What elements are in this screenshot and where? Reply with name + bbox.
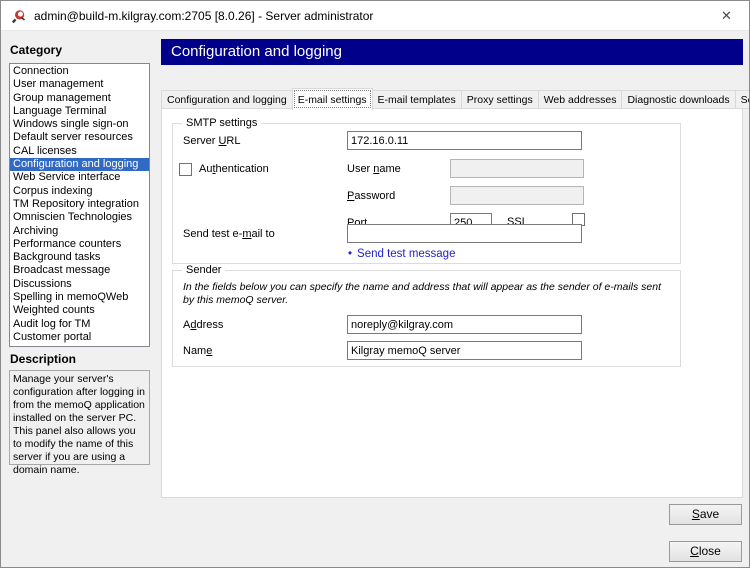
settings-tabstrip: Configuration and loggingE-mail settings…	[161, 88, 750, 109]
send-test-message-link[interactable]: • Send test message	[348, 248, 455, 260]
save-button[interactable]: Save	[669, 504, 742, 525]
link-bullet-icon: •	[348, 248, 352, 260]
tab-security[interactable]: Security	[735, 90, 750, 109]
category-list: ConnectionUser managementGroup managemen…	[9, 63, 150, 347]
tab-proxy-settings[interactable]: Proxy settings	[461, 90, 539, 109]
smtp-settings-group-title: SMTP settings	[182, 117, 261, 129]
authentication-checkbox[interactable]	[179, 163, 192, 176]
window-close-button[interactable]: ✕	[704, 1, 749, 31]
name-label: Name	[183, 345, 212, 357]
password-label: Password	[347, 190, 395, 202]
server-url-label: Server URL	[183, 135, 240, 147]
window-title: admin@build-m.kilgray.com:2705 [8.0.26] …	[34, 9, 373, 23]
description-text: Manage your server's configuration after…	[9, 370, 150, 465]
authentication-label[interactable]: Authentication	[199, 163, 269, 175]
tab-diagnostic-downloads[interactable]: Diagnostic downloads	[621, 90, 735, 109]
category-item[interactable]: Omniscien Technologies	[10, 211, 149, 224]
category-item[interactable]: Configuration and logging	[10, 158, 149, 171]
category-header: Category	[10, 43, 62, 57]
sender-note: In the fields below you can specify the …	[183, 281, 672, 307]
send-test-email-input[interactable]	[347, 224, 582, 243]
category-item[interactable]: Connection	[10, 65, 149, 78]
title-bar: admin@build-m.kilgray.com:2705 [8.0.26] …	[1, 1, 749, 31]
send-test-email-label: Send test e-mail to	[183, 228, 275, 240]
tab-e-mail-settings[interactable]: E-mail settings	[292, 88, 373, 110]
category-item[interactable]: Broadcast message	[10, 264, 149, 277]
address-input[interactable]	[347, 315, 582, 334]
description-header: Description	[10, 352, 76, 366]
category-item[interactable]: Customer portal	[10, 331, 149, 344]
category-item[interactable]: TM Repository integration	[10, 198, 149, 211]
category-item[interactable]: Web Service interface	[10, 171, 149, 184]
category-item[interactable]: CAL licenses	[10, 145, 149, 158]
password-input	[450, 186, 584, 205]
category-item[interactable]: Audit log for TM	[10, 318, 149, 331]
send-test-message-link-label: Send test message	[357, 248, 455, 260]
category-item[interactable]: Spelling in memoQWeb	[10, 291, 149, 304]
category-item[interactable]: Discussions	[10, 278, 149, 291]
category-item[interactable]: Weighted counts	[10, 304, 149, 317]
category-item[interactable]: Performance counters	[10, 238, 149, 251]
close-button[interactable]: Close	[669, 541, 742, 562]
tab-e-mail-templates[interactable]: E-mail templates	[372, 90, 462, 109]
page-title: Configuration and logging	[161, 39, 743, 65]
category-item[interactable]: Archiving	[10, 225, 149, 238]
category-item[interactable]: Windows single sign-on	[10, 118, 149, 131]
category-item[interactable]: Group management	[10, 92, 149, 105]
email-settings-panel: SMTP settings Server URL Authentication …	[161, 108, 743, 498]
address-label: Address	[183, 319, 223, 331]
category-item[interactable]: User management	[10, 78, 149, 91]
user-name-label: User name	[347, 163, 401, 175]
server-administrator-window: admin@build-m.kilgray.com:2705 [8.0.26] …	[0, 0, 750, 568]
category-item[interactable]: Corpus indexing	[10, 185, 149, 198]
tab-configuration-and-logging[interactable]: Configuration and logging	[161, 90, 293, 109]
server-url-input[interactable]	[347, 131, 582, 150]
user-name-input	[450, 159, 584, 178]
category-item[interactable]: Language Terminal	[10, 105, 149, 118]
sender-group-title: Sender	[182, 264, 225, 276]
category-item[interactable]: Default server resources	[10, 131, 149, 144]
name-input[interactable]	[347, 341, 582, 360]
category-item[interactable]: Background tasks	[10, 251, 149, 264]
memoq-app-icon	[11, 8, 27, 24]
tab-web-addresses[interactable]: Web addresses	[538, 90, 623, 109]
